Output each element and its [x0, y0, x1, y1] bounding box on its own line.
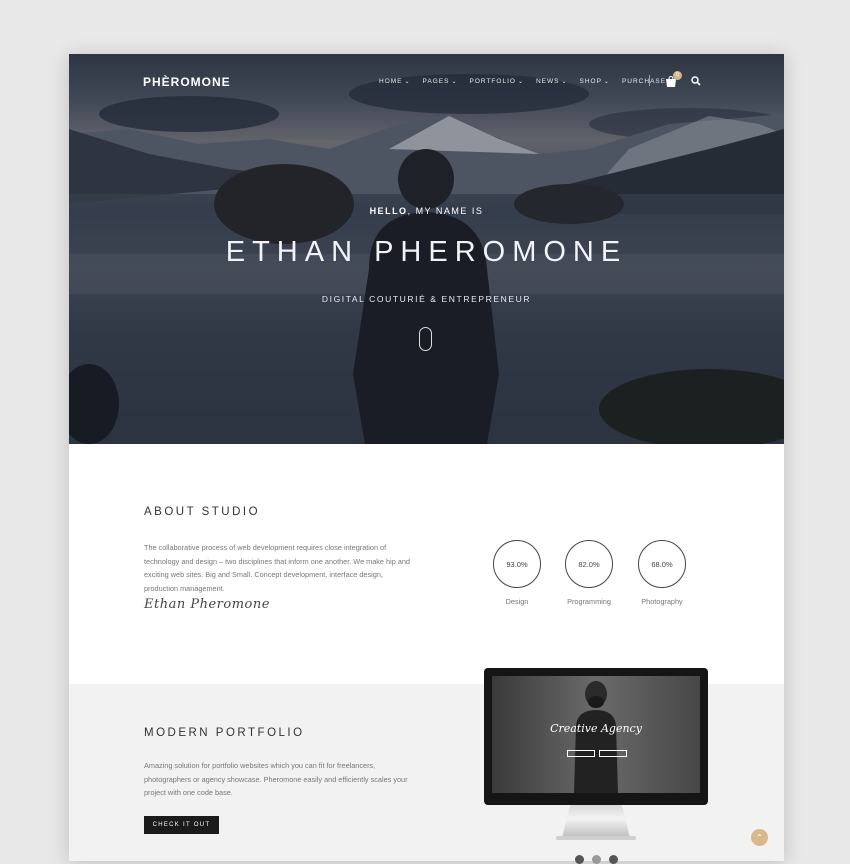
screen-title: Creative Agency [550, 722, 642, 735]
carousel-dot[interactable] [592, 855, 601, 864]
skill-programming: 82.0% Programming [554, 540, 624, 606]
hero-tagline: DIGITAL COUTURIÉ & ENTREPRENEUR [321, 294, 532, 304]
nav-label: HOME [379, 78, 403, 85]
main-navigation: HOME ⌄ PAGES ⌄ PORTFOLIO ⌄ NEWS ⌄ SHOP ⌄ PURC… [379, 78, 666, 85]
hero-title: ETHAN PHEROMONE [225, 236, 628, 268]
screen-person-image [574, 681, 618, 793]
nav-item-portfolio[interactable]: PORTFOLIO ⌄ [469, 78, 523, 85]
screen-button [599, 750, 627, 757]
nav-item-shop[interactable]: SHOP ⌄ [580, 78, 610, 85]
nav-label: PAGES [422, 78, 450, 85]
chevron-down-icon: ⌄ [561, 79, 568, 85]
monitor-base [556, 836, 636, 840]
monitor-mockup: Creative Agency [484, 668, 708, 848]
back-to-top-button[interactable]: ⌃ [751, 829, 768, 846]
nav-item-purchase[interactable]: PURCHASE [622, 78, 666, 85]
about-description: The collaborative process of web develop… [144, 543, 410, 593]
nav-item-news[interactable]: NEWS ⌄ [536, 78, 568, 85]
hero-greeting: HELLO, MY NAME IS [69, 206, 784, 216]
check-it-out-button[interactable]: CHECK IT OUT [144, 816, 219, 834]
greeting-rest: , MY NAME IS [407, 206, 484, 216]
nav-label: SHOP [579, 78, 602, 85]
chevron-down-icon: ⌄ [517, 79, 524, 85]
carousel-dot[interactable] [609, 855, 618, 864]
nav-label: PORTFOLIO [469, 78, 516, 85]
hero-section: PHÈROMONE HOME ⌄ PAGES ⌄ PORTFOLIO ⌄ NEWS ⌄ … [69, 54, 784, 444]
about-title: ABOUT STUDIO [144, 506, 261, 518]
nav-item-home[interactable]: HOME ⌄ [379, 78, 411, 85]
nav-label: NEWS [535, 78, 560, 85]
chevron-down-icon: ⌄ [404, 79, 411, 85]
screen-button [567, 750, 595, 757]
carousel-dots [575, 855, 618, 864]
carousel-dot[interactable] [575, 855, 584, 864]
site-logo[interactable]: PHÈROMONE [143, 75, 231, 89]
scroll-down-icon[interactable] [419, 327, 432, 351]
chevron-down-icon: ⌄ [603, 79, 610, 85]
cart-count-badge: 0 [673, 71, 682, 80]
skill-photography: 68.0% Photography [627, 540, 697, 606]
greeting-bold: HELLO [369, 206, 408, 216]
monitor-screen: Creative Agency [492, 676, 700, 793]
skill-ring: 68.0% [638, 540, 686, 588]
skill-label: Programming [567, 597, 611, 606]
chevron-down-icon: ⌄ [451, 79, 458, 85]
nav-item-pages[interactable]: PAGES ⌄ [423, 78, 458, 85]
skill-ring: 93.0% [493, 540, 541, 588]
browser-frame: PHÈROMONE HOME ⌄ PAGES ⌄ PORTFOLIO ⌄ NEWS ⌄ … [69, 54, 784, 861]
monitor-stand [562, 805, 630, 838]
skill-label: Photography [641, 597, 683, 606]
skill-label: Design [505, 597, 529, 606]
search-icon[interactable] [691, 76, 701, 86]
skill-design: 93.0% Design [482, 540, 552, 606]
nav-label: PURCHASE [621, 78, 667, 85]
portfolio-title: MODERN PORTFOLIO [144, 727, 305, 739]
portfolio-description: Amazing solution for portfolio websites … [144, 761, 408, 797]
signature: Ethan Pheromone [144, 597, 270, 612]
skill-ring: 82.0% [565, 540, 613, 588]
nav-divider [649, 75, 650, 86]
